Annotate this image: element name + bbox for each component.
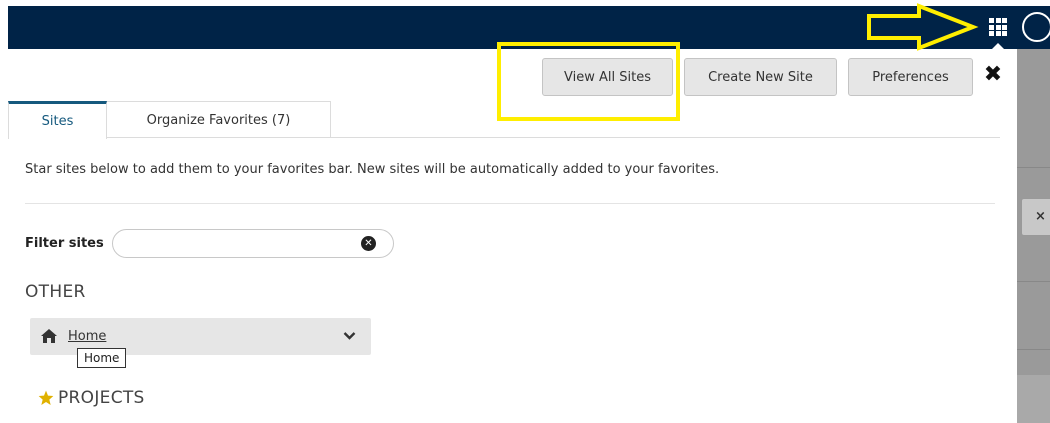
page-overlay — [1017, 49, 1050, 423]
chevron-down-icon[interactable] — [343, 331, 356, 341]
section-heading-other: OTHER — [25, 282, 86, 302]
view-all-sites-button[interactable]: View All Sites — [542, 58, 673, 96]
create-new-site-button[interactable]: Create New Site — [684, 58, 837, 96]
dropdown-caret — [990, 43, 1006, 51]
instructions-text: Star sites below to add them to your fav… — [25, 162, 720, 177]
filter-sites-input[interactable] — [112, 229, 394, 258]
preferences-button[interactable]: Preferences — [848, 58, 973, 96]
section-heading-projects: PROJECTS — [58, 388, 145, 408]
site-link-home[interactable]: Home — [68, 329, 106, 344]
tab-organize-favorites[interactable]: Organize Favorites (7) — [107, 101, 331, 138]
filter-label: Filter sites — [25, 236, 104, 251]
close-icon[interactable]: ✖ — [982, 62, 1004, 88]
tab-sites[interactable]: Sites — [8, 101, 107, 139]
star-icon[interactable] — [38, 390, 54, 406]
background-close-button: × — [1021, 198, 1050, 236]
divider — [25, 203, 995, 204]
clear-filter-icon[interactable]: ✕ — [361, 236, 376, 251]
apps-grid-button[interactable] — [984, 16, 1012, 38]
home-icon — [41, 329, 57, 343]
annotation-arrow — [867, 3, 979, 51]
home-tooltip: Home — [77, 348, 127, 368]
profile-icon[interactable] — [1022, 12, 1050, 42]
grid-icon — [989, 18, 1007, 36]
